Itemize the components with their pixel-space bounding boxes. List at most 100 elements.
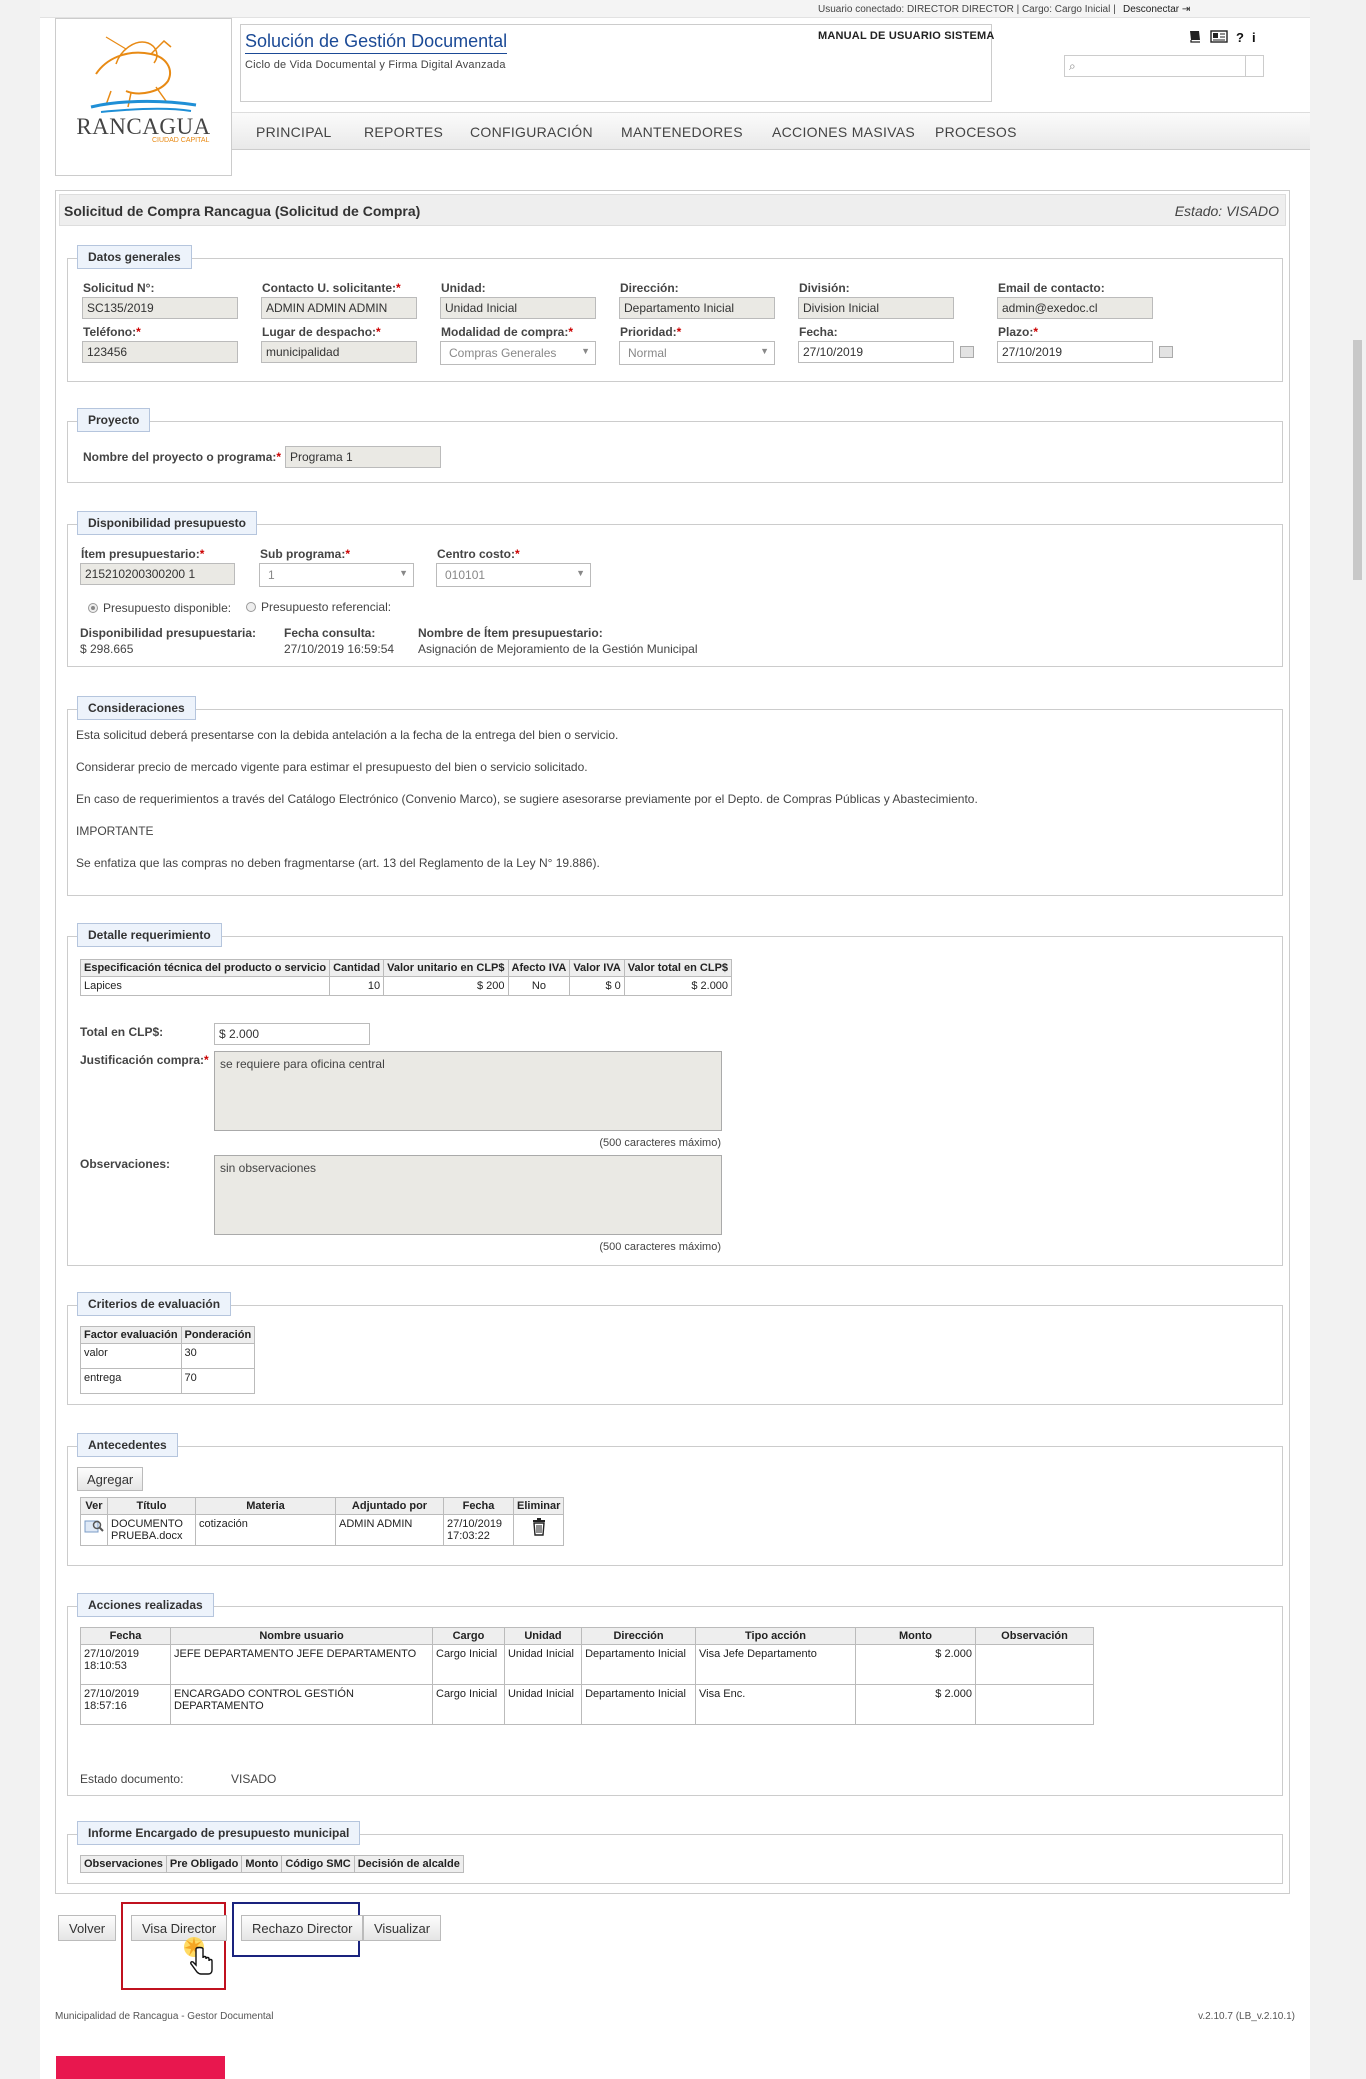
unit-field[interactable]: Unidad Inicial bbox=[440, 297, 596, 319]
project-name-field[interactable]: Programa 1 bbox=[285, 446, 441, 468]
justification-textarea[interactable]: se requiere para oficina central bbox=[214, 1051, 722, 1131]
column-header: Fecha bbox=[443, 1497, 514, 1515]
date-label: Fecha: bbox=[799, 325, 838, 339]
justification-label: Justificación compra:* bbox=[80, 1053, 209, 1067]
help-icon[interactable]: ? bbox=[1236, 30, 1244, 46]
nav-configuracion[interactable]: CONFIGURACIÓN bbox=[470, 124, 593, 140]
deadline-label: Plazo:* bbox=[998, 325, 1039, 339]
table-cell bbox=[80, 1514, 108, 1546]
consideration-line: Esta solicitud deberá presentarse con la… bbox=[76, 728, 619, 742]
cost-center-select[interactable]: 010101 ▼ bbox=[436, 563, 591, 587]
logout-icon: ⇥ bbox=[1181, 4, 1191, 15]
budget-referential-radio[interactable]: Presupuesto referencial: bbox=[246, 600, 391, 614]
preview-button[interactable]: Visualizar bbox=[363, 1915, 442, 1941]
back-button[interactable]: Volver bbox=[58, 1915, 117, 1941]
table-cell bbox=[512, 1514, 565, 1546]
date-field[interactable]: 27/10/2019 bbox=[798, 341, 954, 363]
nav-procesos[interactable]: PROCESOS bbox=[935, 124, 1017, 140]
table-cell: 27/10/2019 18:10:53 bbox=[80, 1644, 171, 1685]
table-cell: Cargo Inicial bbox=[432, 1644, 505, 1685]
table-cell: valor bbox=[80, 1343, 182, 1369]
table-row: entrega 70 bbox=[80, 1368, 256, 1394]
footer-org: Municipalidad de Rancagua - Gestor Docum… bbox=[55, 2011, 274, 2022]
nav-reportes[interactable]: REPORTES bbox=[364, 124, 443, 140]
nav-acciones-masivas[interactable]: ACCIONES MASIVAS bbox=[772, 124, 915, 140]
trash-icon[interactable] bbox=[531, 1518, 547, 1539]
table-row: 27/10/2019 18:10:53 JEFE DEPARTAMENTO JE… bbox=[80, 1644, 1094, 1685]
column-header: Fecha bbox=[80, 1627, 171, 1645]
logout-link[interactable]: Desconectar ⇥ bbox=[1123, 4, 1190, 15]
column-header: Observación bbox=[975, 1627, 1094, 1645]
project-legend: Proyecto bbox=[77, 408, 151, 432]
table-cell: $ 2.000 bbox=[623, 976, 733, 996]
priority-select[interactable]: Normal ▼ bbox=[619, 341, 775, 365]
table-cell: No bbox=[507, 976, 571, 996]
column-header: Dirección bbox=[581, 1627, 696, 1645]
budget-item-field[interactable]: 215210200300200 1 bbox=[80, 563, 235, 585]
reject-director-button[interactable]: Rechazo Director bbox=[241, 1915, 364, 1941]
dispatch-place-field[interactable]: municipalidad bbox=[261, 341, 417, 363]
cost-center-label: Centro costo:* bbox=[437, 547, 520, 561]
chevron-down-icon: ▼ bbox=[581, 346, 590, 356]
budget-legend: Disponibilidad presupuesto bbox=[77, 511, 258, 535]
column-header: Especificación técnica del producto o se… bbox=[79, 959, 331, 977]
nav-principal[interactable]: PRINCIPAL bbox=[256, 124, 332, 140]
consideration-line: Considerar precio de mercado vigente par… bbox=[76, 760, 588, 774]
consideration-line: Se enfatiza que las compras no deben fra… bbox=[76, 856, 600, 870]
contact-field[interactable]: ADMIN ADMIN ADMIN bbox=[261, 297, 417, 319]
table-cell: 10 bbox=[329, 976, 385, 996]
nav-mantenedores[interactable]: MANTENEDORES bbox=[621, 124, 743, 140]
chevron-down-icon: ▼ bbox=[760, 346, 769, 356]
calendar-icon[interactable] bbox=[1159, 346, 1173, 358]
requirement-table: Especificación técnica del producto o se… bbox=[79, 959, 733, 996]
general-data-legend: Datos generales bbox=[77, 245, 192, 269]
top-user-bar: Usuario conectado: DIRECTOR DIRECTOR | C… bbox=[40, 0, 1310, 18]
column-header: Factor evaluación bbox=[80, 1326, 182, 1344]
id-card-icon[interactable] bbox=[1210, 30, 1228, 46]
column-header: Cargo bbox=[432, 1627, 505, 1645]
purchase-mode-select[interactable]: Compras Generales ▼ bbox=[440, 341, 596, 365]
budget-availability-value: $ 298.665 bbox=[80, 642, 134, 656]
add-attachment-button[interactable]: Agregar bbox=[77, 1467, 144, 1491]
division-field[interactable]: Division Inicial bbox=[798, 297, 954, 319]
project-name-label: Nombre del proyecto o programa:* bbox=[83, 450, 282, 464]
request-number-field[interactable]: SC135/2019 bbox=[82, 297, 238, 319]
user-manual-link[interactable]: MANUAL DE USUARIO SISTEMA bbox=[818, 30, 995, 42]
search-divider bbox=[1245, 56, 1246, 76]
deadline-field[interactable]: 27/10/2019 bbox=[997, 341, 1153, 363]
phone-field[interactable]: 123456 bbox=[82, 341, 238, 363]
table-cell bbox=[975, 1644, 1094, 1685]
char-limit-note: (500 caracteres máximo) bbox=[599, 1241, 721, 1253]
table-cell: $ 2.000 bbox=[855, 1644, 976, 1685]
total-label: Total en CLP$: bbox=[80, 1025, 164, 1039]
page-scrollbar[interactable] bbox=[1350, 0, 1366, 2079]
contact-label: Contacto U. solicitante:* bbox=[262, 281, 401, 295]
budget-availability-label: Disponibilidad presupuestaria: bbox=[80, 626, 257, 640]
table-cell[interactable]: DOCUMENTO PRUEBA.docx bbox=[107, 1514, 196, 1546]
observations-textarea[interactable]: sin observaciones bbox=[214, 1155, 722, 1235]
search-input[interactable] bbox=[1065, 56, 1265, 76]
table-cell: 70 bbox=[180, 1368, 256, 1394]
info-icon[interactable]: i bbox=[1252, 30, 1256, 46]
direction-field[interactable]: Departamento Inicial bbox=[619, 297, 775, 319]
table-cell: Lapices bbox=[79, 976, 331, 996]
table-header-row: Observaciones Pre Obligado Monto Código … bbox=[80, 1855, 464, 1873]
table-cell: Unidad Inicial bbox=[503, 1644, 583, 1685]
horseman-logo-icon bbox=[90, 36, 197, 113]
direction-label: Dirección: bbox=[620, 281, 679, 295]
query-date-label: Fecha consulta: bbox=[284, 626, 376, 640]
page-container: Usuario conectado: DIRECTOR DIRECTOR | C… bbox=[40, 0, 1310, 2079]
rancagua-logo[interactable]: RANCAGUA CIUDAD CAPITAL bbox=[55, 18, 232, 176]
table-row: 27/10/2019 18:57:16 ENCARGADO CONTROL GE… bbox=[80, 1684, 1094, 1725]
book-icon[interactable] bbox=[1188, 30, 1202, 46]
total-field[interactable]: $ 2.000 bbox=[214, 1023, 370, 1045]
subprogram-select[interactable]: 1 ▼ bbox=[259, 563, 414, 587]
email-field[interactable]: admin@exedoc.cl bbox=[997, 297, 1153, 319]
dispatch-place-label: Lugar de despacho:* bbox=[262, 325, 381, 339]
search-box: ⌕ bbox=[1064, 55, 1265, 77]
attachments-legend: Antecedentes bbox=[77, 1433, 178, 1457]
calendar-icon[interactable] bbox=[960, 346, 974, 358]
form-title: Solicitud de Compra Rancagua (Solicitud … bbox=[64, 203, 421, 219]
budget-available-radio[interactable]: Presupuesto disponible: bbox=[88, 601, 231, 615]
view-document-icon[interactable] bbox=[84, 1520, 104, 1537]
